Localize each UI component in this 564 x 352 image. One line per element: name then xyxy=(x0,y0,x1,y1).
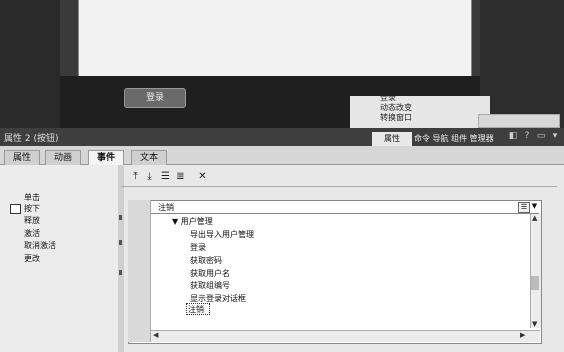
vertical-scrollbar-thumb[interactable] xyxy=(531,276,539,290)
login-button[interactable]: 登录 xyxy=(124,88,186,108)
canvas-right-margin xyxy=(480,0,564,128)
list-detail-icon[interactable]: ≣ xyxy=(175,171,186,182)
chevron-down-icon[interactable]: ▼ xyxy=(530,202,539,211)
splitter-grip-icon xyxy=(119,215,122,220)
horizontal-scrollbar[interactable] xyxy=(151,330,540,342)
event-item-release[interactable]: 释放 xyxy=(24,215,40,226)
tree-group-user-management[interactable]: ▼ 用户管理 xyxy=(172,216,213,227)
event-item-press[interactable]: 按下 xyxy=(10,203,40,214)
tab-events[interactable]: 事件 xyxy=(88,150,125,166)
toolbar-divider xyxy=(121,186,557,187)
tree-item[interactable]: 导出导入用户管理 xyxy=(190,229,254,240)
event-item-activate[interactable]: 激活 xyxy=(24,228,40,239)
menu-icon[interactable]: ▾ xyxy=(550,131,560,141)
help-icon[interactable]: ? xyxy=(522,131,532,141)
tree-item[interactable]: 获取用户名 xyxy=(190,268,230,279)
list-icon[interactable]: ☰ xyxy=(160,171,171,182)
menu-item[interactable]: 转换窗口 xyxy=(380,112,412,123)
move-up-icon[interactable]: ⤒ xyxy=(130,171,141,182)
scroll-down-icon[interactable]: ▼ xyxy=(532,320,537,328)
function-dropdown-row[interactable] xyxy=(151,201,539,214)
inspector-title: 属性 2 (按钮) xyxy=(4,134,59,144)
selection-focus-box xyxy=(186,303,210,315)
inspector-tabbar xyxy=(0,146,564,165)
event-item-click[interactable]: 单击 xyxy=(24,192,40,203)
header-tab-labels[interactable]: 命令 导航 组件 管理器 xyxy=(414,133,494,144)
context-menu: 登录 动态改变 转换窗口 xyxy=(350,93,490,128)
header-properties-tab[interactable]: 属性 xyxy=(372,132,412,146)
event-assigned-icon xyxy=(10,203,21,214)
scroll-right-icon[interactable]: ▶ xyxy=(520,331,525,339)
move-down-icon[interactable]: ⤓ xyxy=(144,171,155,182)
event-list xyxy=(0,165,119,352)
screen-canvas[interactable] xyxy=(78,0,472,77)
vertical-scrollbar[interactable] xyxy=(530,214,541,328)
line-number-gutter xyxy=(128,200,151,342)
tree-item[interactable]: 获取组编号 xyxy=(190,280,230,291)
scroll-up-icon[interactable]: ▲ xyxy=(532,214,537,222)
function-list-button[interactable]: ☰ xyxy=(518,202,530,213)
splitter-grip-icon xyxy=(119,270,122,275)
tab-text[interactable]: 文本 xyxy=(131,150,168,165)
pin-icon[interactable]: ◧ xyxy=(508,131,518,141)
splitter-grip-icon xyxy=(119,240,122,245)
canvas-left-margin xyxy=(0,0,60,128)
tree-item[interactable]: 获取密码 xyxy=(190,255,222,266)
minimize-icon[interactable]: ▭ xyxy=(536,131,546,141)
function-dropdown-value: 注销 xyxy=(158,203,174,212)
tab-properties[interactable]: 属性 xyxy=(4,150,41,165)
event-item-label: 按下 xyxy=(24,204,40,213)
tab-animation[interactable]: 动画 xyxy=(45,150,82,165)
tree-item[interactable]: 登录 xyxy=(190,242,206,253)
event-item-change[interactable]: 更改 xyxy=(24,253,40,264)
delete-icon[interactable]: ✕ xyxy=(197,171,208,182)
event-item-deactivate[interactable]: 取消激活 xyxy=(24,240,56,251)
scroll-left-icon[interactable]: ◀ xyxy=(153,331,158,339)
zoom-slider[interactable] xyxy=(478,114,560,128)
